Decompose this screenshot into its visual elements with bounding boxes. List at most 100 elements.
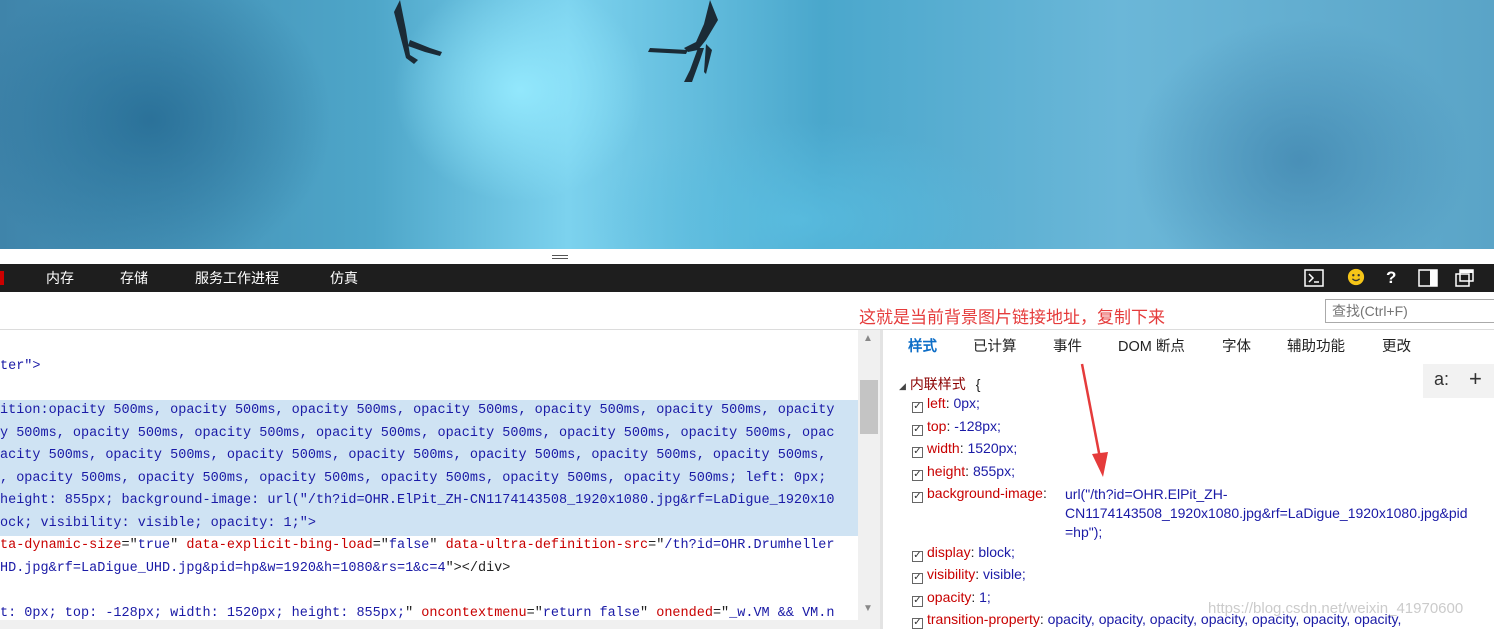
diver-figure-2	[648, 0, 718, 82]
checkbox-checked-icon[interactable]: ✓	[912, 447, 923, 458]
inline-style-label: 内联样式	[909, 376, 966, 392]
attr-sep: "	[429, 538, 446, 553]
declaration-row[interactable]: ✓ display: block;	[912, 541, 1015, 563]
attr-value: _w.VM && VM.n	[729, 606, 835, 621]
attr-value: t: 0px; top: -128px; width: 1520px; heig…	[0, 606, 406, 621]
inline-style-rule-header[interactable]: ◢ 内联样式 {	[899, 374, 980, 394]
declaration-row[interactable]: ✓ top: -128px;	[912, 415, 1001, 437]
dom-horizontal-scrollbar[interactable]	[0, 620, 880, 629]
property-name: top	[927, 418, 947, 434]
declaration-row[interactable]: ✓ width: 1520px;	[912, 437, 1017, 459]
declaration-row[interactable]: ✓ visibility: visible;	[912, 563, 1026, 585]
scroll-down-icon[interactable]: ▼	[862, 604, 874, 614]
devtools-tab-bar: 内存 存储 服务工作进程 仿真 ?	[0, 264, 1494, 292]
property-value: visible;	[983, 566, 1026, 582]
declaration-row[interactable]: ✓ height: 855px;	[912, 460, 1015, 482]
checkbox-checked-icon[interactable]: ✓	[912, 425, 923, 436]
checkbox-checked-icon[interactable]: ✓	[912, 618, 923, 629]
property-name: background-image	[927, 485, 1043, 501]
scrollbar-thumb[interactable]	[860, 380, 878, 434]
attr-name: data-ultra-definition-src	[445, 538, 649, 553]
background-image-value-line3[interactable]: =hp");	[1065, 522, 1102, 542]
tab-overflow-marker	[0, 271, 4, 285]
property-value: 1;	[979, 589, 991, 605]
declaration-row[interactable]: ✓ left: 0px;	[912, 392, 980, 414]
property-name: height	[927, 463, 966, 479]
dom-line[interactable]: ta-dynamic-size="true" data-explicit-bin…	[0, 535, 835, 558]
tab-dom-breakpoints[interactable]: DOM 断点	[1118, 330, 1185, 364]
property-name: visibility	[927, 566, 976, 582]
attr-name: onended	[656, 606, 713, 621]
find-bar: 这就是当前背景图片链接地址，复制下来	[0, 292, 1494, 330]
property-name: width	[927, 440, 960, 456]
styles-subtab-bar: 样式 已计算 事件 DOM 断点 字体 辅助功能 更改	[883, 330, 1494, 364]
dom-vertical-scrollbar[interactable]: ▲ ▼	[858, 330, 880, 620]
tab-emulation[interactable]: 仿真	[330, 264, 358, 292]
tab-changes[interactable]: 更改	[1382, 330, 1411, 364]
attr-value: true	[137, 538, 171, 553]
attr-value: /th?id=OHR.Drumheller	[664, 538, 835, 553]
tab-memory[interactable]: 内存	[46, 264, 74, 292]
property-value: block;	[978, 544, 1015, 560]
closing-tag: "></div>	[445, 561, 511, 576]
tab-storage[interactable]: 存储	[120, 264, 148, 292]
attr-value: HD.jpg&rf=LaDigue_UHD.jpg&pid=hp&w=1920&…	[0, 561, 446, 576]
checkbox-checked-icon[interactable]: ✓	[912, 492, 923, 503]
attr-sep: "	[170, 538, 187, 553]
styles-toolbar: a: +	[1423, 364, 1494, 398]
tab-events[interactable]: 事件	[1053, 330, 1082, 364]
declaration-row[interactable]: ✓ opacity: 1;	[912, 586, 991, 608]
dom-line[interactable]: ter">	[0, 356, 41, 379]
property-name: opacity	[927, 589, 972, 605]
tab-service-workers[interactable]: 服务工作进程	[195, 264, 279, 292]
background-image-value-line1[interactable]: url("/th?id=OHR.ElPit_ZH-	[1065, 484, 1228, 504]
watermark-text: https://blog.csdn.net/weixin_41970600	[1208, 600, 1464, 617]
checkbox-checked-icon[interactable]: ✓	[912, 470, 923, 481]
dom-line[interactable]: y 500ms, opacity 500ms, opacity 500ms, o…	[0, 423, 834, 446]
checkbox-checked-icon[interactable]: ✓	[912, 551, 923, 562]
dom-line[interactable]: acity 500ms, opacity 500ms, opacity 500m…	[0, 445, 826, 468]
scroll-up-icon[interactable]: ▲	[862, 334, 874, 344]
dock-icon[interactable]	[1418, 269, 1438, 287]
rule-brace: {	[975, 376, 981, 392]
tab-computed[interactable]: 已计算	[973, 330, 1017, 364]
checkbox-checked-icon[interactable]: ✓	[912, 596, 923, 607]
tab-accessibility[interactable]: 辅助功能	[1287, 330, 1345, 364]
dom-line[interactable]: , opacity 500ms, opacity 500ms, opacity …	[0, 468, 826, 491]
help-icon[interactable]: ?	[1386, 269, 1406, 287]
annotation-arrow-icon	[1080, 363, 1108, 477]
attr-eq: ="	[648, 538, 665, 553]
attr-name: oncontextmenu	[421, 606, 527, 621]
dom-line[interactable]: ock; visibility: visible; opacity: 1;">	[0, 513, 316, 536]
annotation-text: 这就是当前背景图片链接地址，复制下来	[859, 308, 1165, 327]
smiley-feedback-icon[interactable]	[1346, 268, 1366, 286]
declaration-row[interactable]: ✓ background-image:	[912, 482, 1047, 504]
property-name: transition-property	[927, 611, 1040, 627]
page-preview-image	[0, 0, 1494, 249]
expand-triangle-icon[interactable]: ◢	[899, 381, 906, 391]
dom-line[interactable]: ition:opacity 500ms, opacity 500ms, opac…	[0, 400, 834, 423]
dom-line[interactable]: HD.jpg&rf=LaDigue_UHD.jpg&pid=hp&w=1920&…	[0, 558, 510, 581]
background-image-value-line2[interactable]: CN1174143508_1920x1080.jpg&rf=LaDigue_19…	[1065, 503, 1468, 523]
checkbox-checked-icon[interactable]: ✓	[912, 402, 923, 413]
property-value: 1520px;	[967, 440, 1018, 456]
resize-handle-icon[interactable]	[552, 255, 568, 259]
undock-icon[interactable]	[1455, 269, 1475, 287]
tab-fonts[interactable]: 字体	[1222, 330, 1251, 364]
property-name: left	[927, 395, 946, 411]
attr-value: return false	[542, 606, 641, 621]
property-value: 855px;	[972, 463, 1015, 479]
attr-name: data-explicit-bing-load	[186, 538, 373, 553]
dom-tree-panel[interactable]: ter"> ition:opacity 500ms, opacity 500ms…	[0, 330, 858, 629]
checkbox-checked-icon[interactable]: ✓	[912, 573, 923, 584]
console-icon[interactable]	[1304, 269, 1324, 287]
attr-value: false	[388, 538, 430, 553]
panel-resize-bar[interactable]	[0, 249, 1494, 264]
attr-eq: ="	[121, 538, 138, 553]
tab-styles[interactable]: 样式	[908, 330, 937, 364]
pseudo-state-button[interactable]: a:	[1434, 369, 1449, 390]
add-rule-button[interactable]: +	[1469, 366, 1482, 392]
find-input[interactable]	[1325, 299, 1494, 323]
attr-eq: ="	[372, 538, 389, 553]
dom-line[interactable]: height: 855px; background-image: url("/t…	[0, 490, 834, 513]
